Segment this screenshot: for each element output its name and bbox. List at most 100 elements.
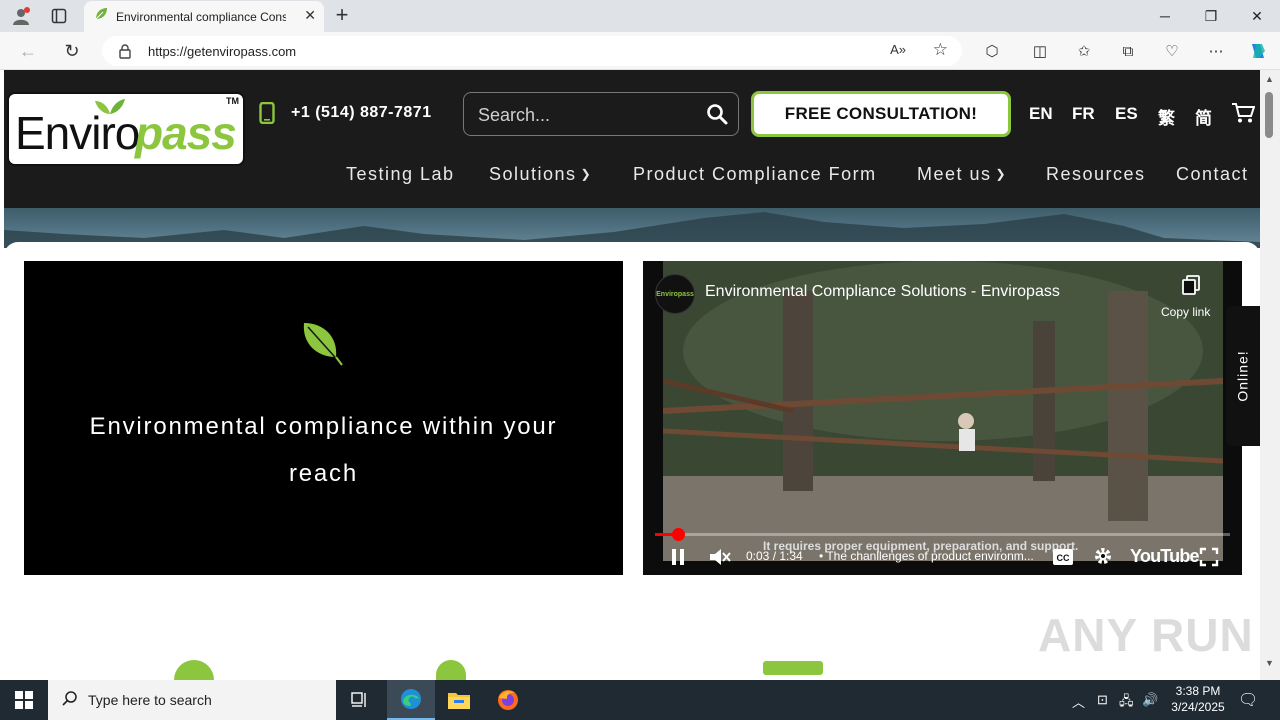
scroll-down-arrow-icon[interactable]: ▼ [1265,658,1274,668]
phone-number[interactable]: +1 (514) 887-7871 [291,104,432,122]
site-header: Enviro pass TM +1 (514) 887-7871 FREE CO… [4,70,1260,208]
youtube-video-player[interactable]: Enviropass Environmental Compliance Solu… [643,261,1242,575]
anyrun-watermark: ANY RUN [1038,609,1254,661]
language-en-link[interactable]: EN [1029,104,1053,124]
clock-date: 3/24/2025 [1171,700,1225,714]
tab-actions-icon[interactable] [46,4,72,28]
site-search-box [463,92,739,136]
leaf-logo-icon [93,98,127,121]
nav-contact[interactable]: Contact [1176,164,1249,185]
video-title[interactable]: Environmental Compliance Solutions - Env… [705,283,1060,301]
favorite-star-icon[interactable]: ☆ [933,40,948,60]
taskbar-clock[interactable]: 3:38 PM 3/24/2025 [1162,683,1234,715]
restore-icon[interactable]: ❐ [1196,4,1226,28]
language-es-link[interactable]: ES [1115,104,1138,124]
back-icon[interactable]: ← [16,40,40,62]
copy-link-label[interactable]: Copy link [1161,305,1210,319]
page-scrollbar[interactable]: ▲ ▼ [1260,70,1280,680]
file-explorer-icon[interactable] [435,680,483,720]
start-button[interactable] [0,680,48,720]
nav-solutions[interactable]: Solutions ❯ [489,164,592,185]
close-tab-icon[interactable]: ✕ [304,7,316,24]
favorites-icon[interactable]: ✩ [1072,40,1096,62]
search-icon [62,690,78,711]
free-consultation-button[interactable]: FREE CONSULTATION! [751,91,1011,137]
copy-link-icon[interactable] [1182,275,1200,300]
scroll-up-arrow-icon[interactable]: ▲ [1265,74,1274,84]
svg-text:CC: CC [1057,553,1070,563]
nav-product-compliance-form-label: Product Compliance Form [633,164,877,184]
promo-panel: Environmental compliance within your rea… [24,261,623,575]
nav-testing-lab[interactable]: Testing Lab [346,164,455,185]
new-tab-icon[interactable]: + [330,2,354,28]
browser-toolbar: ← ↻ https://getenviropass.com A» ☆ ⬡ ◫ ✩… [0,32,1280,70]
taskbar-search-box[interactable]: Type here to search [48,680,336,720]
url-text: https://getenviropass.com [148,43,297,59]
extensions-icon[interactable]: ⬡ [980,40,1004,62]
performance-icon[interactable]: ♡ [1160,40,1184,62]
nav-meet-us-label: Meet us [917,164,992,184]
muted-volume-icon[interactable] [708,546,732,573]
site-search-input[interactable] [478,103,698,127]
language-zh-traditional-link[interactable]: 繁 [1158,104,1175,129]
nav-contact-label: Contact [1176,164,1249,184]
nav-solutions-label: Solutions [489,164,577,184]
video-time: 0:03 / 1:34 [746,549,803,563]
video-chapter-title[interactable]: • The chanllenges of product environm... [819,549,1034,563]
web-page: Enviro pass TM +1 (514) 887-7871 FREE CO… [4,70,1260,680]
show-hidden-icons-chevron-icon[interactable]: ︿ [1072,692,1085,711]
read-aloud-icon[interactable]: A» [890,42,906,57]
lock-icon[interactable] [118,43,132,64]
logo-trademark: TM [226,96,239,106]
video-frame[interactable] [662,261,1224,561]
profile-icon[interactable] [8,4,34,28]
network-icon[interactable]: 🖧 [1119,692,1134,714]
tab-title: Environmental compliance Cons [116,9,286,24]
enviropass-logo[interactable]: Enviro pass TM [7,92,245,166]
youtube-logo[interactable]: YouTube [1130,546,1200,567]
phone-icon[interactable] [259,101,275,129]
online-chat-tab[interactable]: Online! [1226,306,1260,446]
more-menu-icon[interactable]: ⋯ [1204,40,1228,62]
task-view-icon[interactable] [336,680,384,720]
language-zh-simplified-link[interactable]: 简 [1195,104,1212,129]
channel-avatar[interactable]: Enviropass [655,274,695,314]
leaf-favicon-icon [94,7,108,26]
windows-taskbar: Type here to search ︿ ⊡ 🖧 🔊 3:38 PM 3/24… [0,680,1280,720]
address-bar[interactable]: https://getenviropass.com A» ☆ [102,36,962,66]
search-icon[interactable] [706,103,728,130]
chevron-down-icon: ❯ [995,167,1008,181]
copilot-icon[interactable] [1246,40,1270,62]
nav-meet-us[interactable]: Meet us ❯ [917,164,1007,185]
cart-icon[interactable] [1231,102,1256,129]
promo-headline: Environmental compliance within your rea… [89,413,558,487]
minimize-icon[interactable]: ─ [1150,4,1180,28]
video-scrubber-handle[interactable] [672,528,685,541]
video-progress-bar[interactable] [655,528,1230,541]
nav-resources[interactable]: Resources [1046,164,1146,185]
firefox-icon[interactable] [484,680,532,720]
notifications-icon[interactable]: 🗨 [1238,690,1258,710]
meet-now-icon[interactable]: ⊡ [1097,692,1108,708]
pause-icon[interactable] [669,547,687,572]
close-window-icon[interactable]: ✕ [1242,4,1272,28]
leaf-icon [298,319,346,374]
fullscreen-icon[interactable] [1199,547,1219,572]
collections-icon[interactable]: ⧉ [1116,40,1140,62]
reload-icon[interactable]: ↻ [60,40,84,62]
closed-captions-icon[interactable]: CC [1052,548,1074,571]
logo-text-pass: pass [135,107,237,159]
language-fr-link[interactable]: FR [1072,104,1095,124]
browser-tab-active[interactable]: Environmental compliance Cons ✕ [84,1,324,32]
clock-time: 3:38 PM [1175,684,1221,698]
gear-icon[interactable] [1093,546,1113,571]
nav-testing-lab-label: Testing Lab [346,164,455,184]
volume-icon[interactable]: 🔊 [1142,692,1158,708]
nav-product-compliance-form[interactable]: Product Compliance Form [633,164,877,185]
chevron-down-icon: ❯ [580,167,593,181]
scrollbar-thumb[interactable] [1265,92,1273,138]
feature-icon-partial [763,661,823,675]
online-chat-label: Online! [1235,350,1252,402]
split-screen-icon[interactable]: ◫ [1028,40,1052,62]
edge-taskbar-icon[interactable] [387,680,435,720]
